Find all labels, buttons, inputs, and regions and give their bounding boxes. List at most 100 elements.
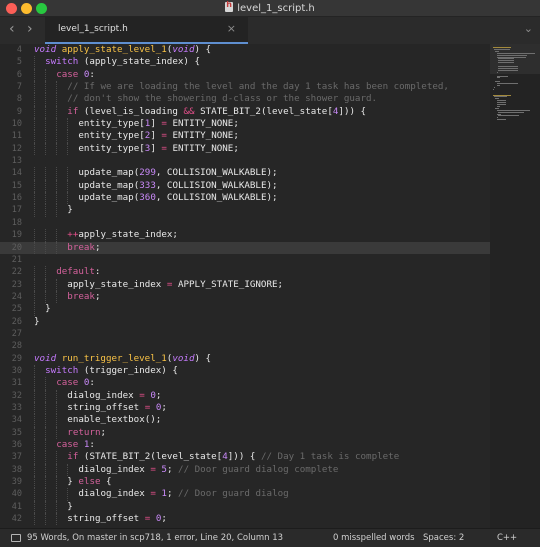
code-line[interactable]: 19 ++apply_state_index; — [0, 229, 490, 242]
code-text: void apply_state_level_1(void) { — [34, 44, 211, 56]
minimap-line — [496, 77, 500, 79]
code-editor[interactable]: 4 void apply_state_level_1(void) {5 switch… — [0, 44, 490, 528]
code-token: } — [67, 500, 73, 512]
minimap-line — [494, 96, 508, 98]
code-line[interactable]: 15 update_map(333, COLLISION_WALKABLE); — [0, 179, 490, 193]
code-area[interactable]: 4 void apply_state_level_1(void) {5 switch… — [0, 44, 490, 526]
code-line[interactable]: 28 — [0, 340, 490, 352]
code-line[interactable]: 22 default: — [0, 266, 490, 279]
indentation-setting[interactable]: Spaces: 2 — [423, 533, 464, 543]
code-token: : — [94, 266, 101, 278]
status-info[interactable]: 95 Words, On master in scp718, 1 error, … — [27, 533, 283, 543]
indent-guide — [67, 167, 69, 180]
code-line[interactable]: 7 // If we are loading the level and the … — [0, 81, 490, 94]
panel-toggle-icon[interactable] — [11, 534, 21, 542]
line-number: 29 — [11, 353, 22, 364]
indent-guide — [45, 278, 47, 291]
code-token: update_map( — [78, 192, 140, 204]
line-number: 28 — [11, 341, 22, 352]
tab-level-1-script[interactable]: level_1_script.h × — [45, 17, 248, 44]
code-line[interactable]: 12 entity_type[3] = ENTITY_NONE; — [0, 142, 490, 156]
minimap-line — [496, 83, 519, 85]
code-line[interactable]: 41} — [0, 500, 490, 514]
syntax-language[interactable]: C++ — [497, 533, 517, 543]
code-line[interactable]: 16 update_map(360, COLLISION_WALKABLE); — [0, 192, 490, 205]
line-number: 42 — [11, 514, 22, 525]
code-line[interactable]: 24 break; — [0, 290, 490, 304]
code-line[interactable]: 33 string_offset = 0; — [0, 401, 490, 415]
code-token: // If we are loading the level and the d… — [67, 81, 449, 93]
code-line[interactable]: 10 entity_type[1] = ENTITY_NONE; — [0, 118, 490, 131]
tab-menu-chevron-icon[interactable]: ⌄ — [524, 22, 533, 35]
code-line[interactable]: 13 — [0, 155, 490, 167]
code-line[interactable]: 9 if (level_is_loading && STATE_BIT_2(lev… — [0, 105, 490, 119]
code-line[interactable]: 42 string_offset = 0; — [0, 513, 490, 526]
indent-guide — [34, 179, 35, 193]
nav-back-icon[interactable]: ‹ — [9, 21, 15, 37]
minimap-line — [496, 105, 501, 107]
code-token: string_offset — [67, 513, 145, 525]
code-line[interactable]: 4 void apply_state_level_1(void) { — [0, 44, 490, 56]
code-token: ; — [94, 241, 101, 253]
code-token: switch — [45, 56, 79, 68]
code-line[interactable]: 20 break; — [0, 241, 490, 254]
code-line[interactable]: 31 case 0: — [0, 377, 490, 390]
indent-guide — [34, 389, 35, 402]
code-line[interactable]: 8 // don't show the showering d-class or … — [0, 93, 490, 106]
code-token: if — [67, 451, 79, 463]
code-text: // don't show the showering d-class or t… — [67, 93, 377, 105]
indent-guide — [56, 426, 58, 439]
code-text: case 0: — [56, 377, 95, 389]
code-line[interactable]: 29 void run_trigger_level_1(void) { — [0, 353, 490, 365]
minimap[interactable] — [490, 44, 540, 528]
code-line[interactable]: 25} — [0, 303, 490, 316]
code-line[interactable]: 37 if (STATE_BIT_2(level_state[4])) { // … — [0, 451, 490, 464]
line-number: 38 — [11, 464, 22, 475]
code-token: ) { — [194, 352, 212, 364]
code-line[interactable]: 6 case 0: — [0, 68, 490, 82]
status-bar: 95 Words, On master in scp718, 1 error, … — [0, 528, 540, 547]
code-token: ; — [166, 488, 179, 500]
indent-guide — [56, 290, 58, 304]
indent-guide — [56, 142, 58, 156]
code-line[interactable]: 26} — [0, 316, 490, 328]
indent-guide — [34, 451, 35, 464]
minimap-line — [496, 104, 506, 105]
code-line[interactable]: 18 — [0, 217, 490, 229]
code-token: : — [89, 439, 95, 450]
minimap-line — [496, 100, 506, 102]
minimap-line — [494, 48, 510, 50]
spelling-status[interactable]: 0 misspelled words — [333, 533, 415, 543]
code-token: ] — [150, 130, 162, 142]
indent-guide — [34, 303, 35, 316]
indent-guide — [45, 463, 47, 477]
code-line[interactable]: 39} else { — [0, 476, 490, 489]
code-line[interactable]: 5 switch (apply_state_index) { — [0, 56, 490, 69]
indent-guide — [34, 500, 35, 514]
code-line[interactable]: 30 switch (trigger_index) { — [0, 364, 490, 378]
code-line[interactable]: 27 — [0, 328, 490, 340]
line-number: 26 — [11, 316, 22, 327]
minimap-line — [497, 69, 518, 71]
code-line[interactable]: 36 case 1: — [0, 439, 490, 452]
code-line[interactable]: 35 return; — [0, 426, 490, 439]
code-token: void — [34, 44, 57, 55]
code-line[interactable]: 40 dialog_index = 1; // Door guard dialog — [0, 488, 490, 501]
code-line[interactable]: 38 dialog_index = 5; // Door guard dialog… — [0, 463, 490, 477]
minimap-line — [496, 85, 500, 86]
code-line[interactable]: 34 enable_textbox(); — [0, 414, 490, 427]
tab-close-icon[interactable]: × — [227, 22, 236, 35]
minimap-line — [495, 98, 500, 100]
nav-forward-icon[interactable]: › — [27, 21, 33, 37]
title-bar: level_1_script.h — [0, 0, 540, 17]
indent-guide — [34, 68, 35, 82]
code-line[interactable]: 11 entity_type[2] = ENTITY_NONE; — [0, 130, 490, 143]
code-line[interactable]: 32 dialog_index = 0; — [0, 389, 490, 402]
indent-guide — [45, 130, 47, 143]
code-text: } — [45, 303, 51, 315]
code-line[interactable]: 21 — [0, 254, 490, 266]
code-line[interactable]: 14 update_map(299, COLLISION_WALKABLE); — [0, 167, 490, 180]
code-line[interactable]: 17} — [0, 204, 490, 217]
code-line[interactable]: 23 apply_state_index = APPLY_STATE_IGNORE… — [0, 278, 490, 291]
line-number: 40 — [11, 489, 22, 500]
